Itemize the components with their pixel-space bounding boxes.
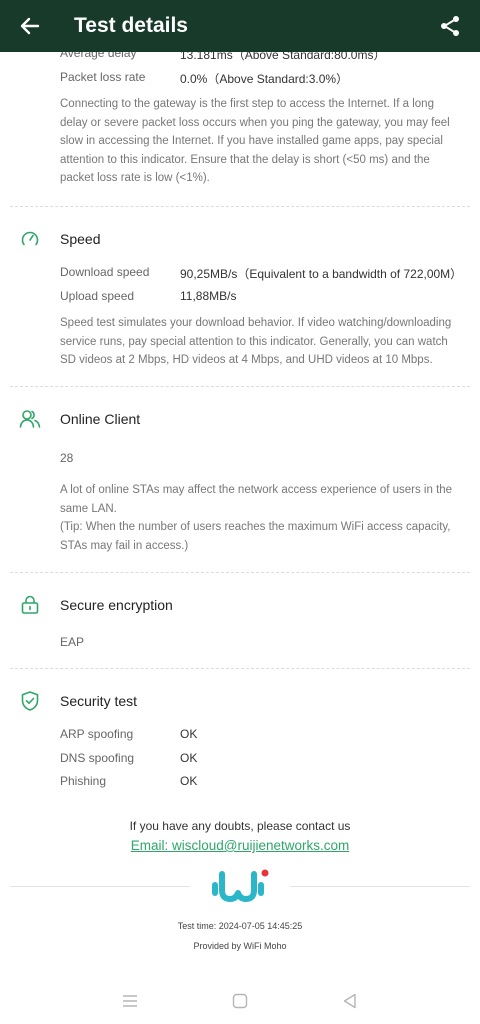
online-client-section-header: Online Client [0,404,480,434]
security-test-section-header: Security test [0,686,480,716]
divider-right [290,886,470,887]
encryption-value: EAP [60,635,85,649]
recent-apps-button[interactable] [75,994,185,1008]
divider [10,386,470,387]
arrow-left-icon [20,17,40,35]
security-value: OK [180,774,198,788]
section-title: Security test [60,693,138,709]
metric-row-download-speed: Download speed 90,25MB/s（Equivalent to a… [60,265,462,281]
security-label: DNS spoofing [60,751,135,765]
online-client-tip: (Tip: When the number of users reaches t… [60,521,451,552]
metric-row-upload-speed: Upload speed 11,88MB/s [60,289,236,303]
security-row-dns: DNS spoofing OK [60,751,197,765]
users-icon [19,410,41,428]
security-value: OK [180,751,198,765]
gateway-description: Connecting to the gateway is the first s… [60,98,450,184]
system-back-button[interactable] [295,993,405,1009]
metric-label: Packet loss rate [60,70,146,84]
page-title: Test details [74,14,188,37]
divider [10,668,470,669]
security-value: OK [180,727,198,741]
system-nav-bar [0,985,480,1017]
top-app-bar: Test details [0,0,480,52]
speed-section-header: Speed [0,224,480,254]
online-client-description: A lot of online STAs may affect the netw… [60,481,460,555]
security-row-arp: ARP spoofing OK [60,727,197,741]
speed-description: Speed test simulates your download behav… [60,317,452,366]
security-row-phishing: Phishing OK [60,774,197,788]
back-triangle-icon [343,993,356,1009]
section-title: Secure encryption [60,597,173,613]
contact-text: If you have any doubts, please contact u… [129,819,351,833]
section-title: Online Client [60,411,141,427]
metric-value: 11,88MB/s [180,289,237,303]
section-title: Speed [60,231,101,247]
security-label: Phishing [60,774,107,788]
shield-check-icon [21,691,39,711]
share-button[interactable] [420,0,480,52]
security-label: ARP spoofing [60,727,134,741]
menu-icon [123,995,137,1007]
online-client-note: A lot of online STAs may affect the netw… [60,484,453,515]
wifi-moho-logo [208,866,272,906]
divider-left [10,886,190,887]
metric-label: Upload speed [60,289,135,303]
secure-encryption-section-header: Secure encryption [0,590,480,620]
contact-email-link[interactable]: Email: wiscloud@ruijienetworks.com [0,838,480,853]
divider [10,206,470,207]
back-button[interactable] [0,0,60,52]
metric-value: 90,25MB/s（Equivalent to a bandwidth of 7… [180,267,463,281]
home-square-icon [232,993,248,1009]
client-count: 28 [60,451,74,465]
test-time: Test time: 2024-07-05 14:45:25 [177,921,303,931]
gauge-icon [21,231,39,246]
home-button[interactable] [185,993,295,1009]
divider [10,572,470,573]
lock-icon [21,595,39,614]
metric-row-packet-loss: Packet loss rate 0.0%（Above Standard:3.0… [60,70,348,86]
metric-value: 0.0%（Above Standard:3.0%） [180,72,349,86]
metric-label: Download speed [60,265,150,279]
share-icon [441,16,459,36]
provided-by: Provided by WiFi Moho [193,941,287,951]
